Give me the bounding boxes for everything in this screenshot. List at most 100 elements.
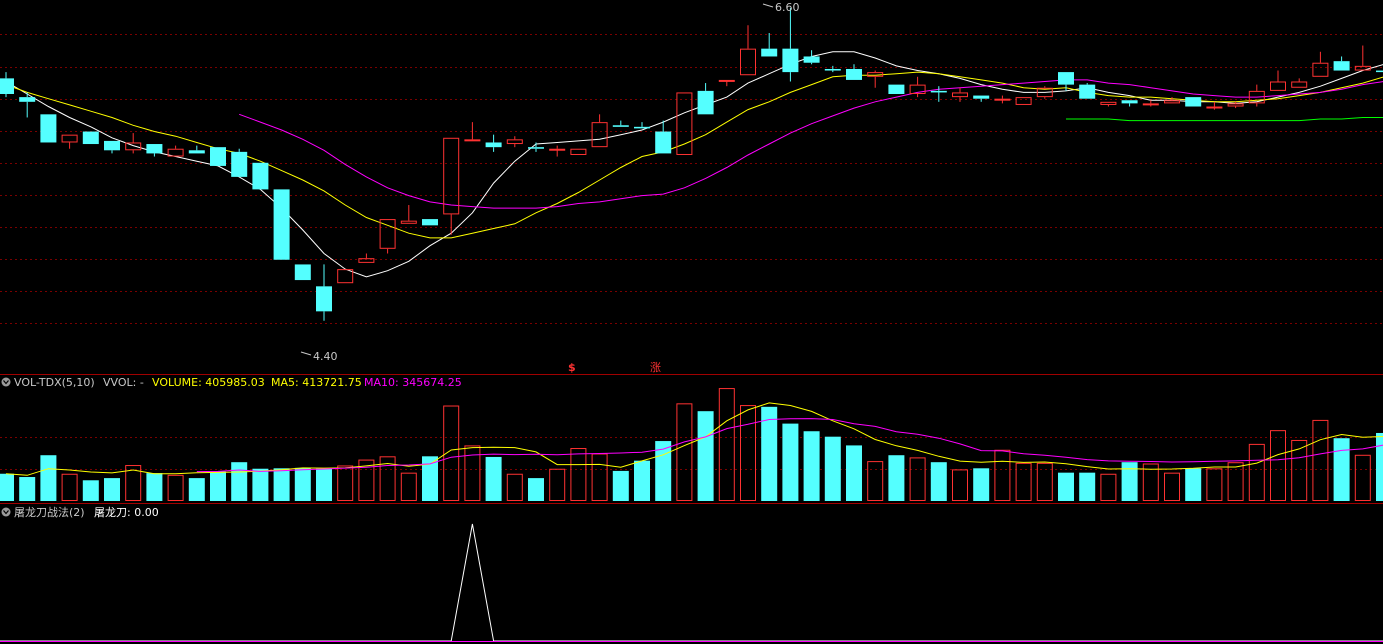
volume-bar [782,423,799,501]
volume-bar [824,436,841,501]
volume-bar [1291,439,1308,501]
candle [634,122,650,129]
volume-bar [930,462,947,501]
signal-line [0,523,1383,642]
candle [40,114,57,143]
stock-chart[interactable]: 6.60 4.40 $ 涨 VOL-TDX(5,10) VVOL: - VOLU… [0,0,1383,644]
candle [740,25,756,76]
candle [591,114,608,148]
volume-bar [337,465,354,502]
candle [973,95,990,102]
candle [1291,78,1308,88]
candle-body [634,126,650,129]
candle [803,50,820,65]
candle [82,131,99,145]
candle-body [676,92,693,155]
candle [358,253,375,263]
candle [718,79,735,87]
volume-bar [1227,462,1244,502]
candle [1142,100,1159,107]
candle [1121,100,1138,107]
volume-indicator-name: VOL-TDX(5,10) [14,376,95,389]
candle-body [782,48,799,73]
candle-body [1333,61,1350,71]
candle-body [973,95,990,99]
volume-ma10-value: MA10: 345674.25 [364,376,462,389]
volume-bar [464,445,481,502]
candle-body [697,90,714,115]
volume-bar [1312,419,1329,501]
volume-bar [1015,462,1032,502]
volume-bar [167,474,184,501]
volume-bar [952,469,968,502]
candle-body [273,189,290,260]
volume-bars[interactable] [0,388,1383,502]
volume-bar [740,405,756,501]
candle [1333,56,1350,71]
low-price-label: 4.40 [313,350,338,363]
candle [549,145,566,157]
candle [422,219,438,226]
volume-value: VOLUME: 405985.03 [152,376,265,389]
volume-panel-toggle-icon[interactable] [1,377,11,387]
candle [104,140,120,154]
candle-body [1312,62,1329,77]
volume-bar [294,467,311,501]
rise-signal-marker: 涨 [650,361,661,374]
candle [697,83,714,115]
candle-body [1121,100,1138,104]
candle-body [1058,72,1074,85]
signal-path [0,523,1383,642]
candle [867,70,884,88]
candle-body [443,137,460,215]
signal-indicator-name: 屠龙刀战法(2) [14,505,85,519]
volume-bar [1079,472,1096,501]
volume-bar [231,462,248,501]
candle-body [1291,81,1308,88]
volume-bar [252,468,269,501]
candle-body [761,48,778,57]
vvol-value: VVOL: - [103,376,144,389]
candle-body [591,122,608,148]
candle [761,33,778,57]
candle [909,76,926,98]
candle [231,148,248,177]
candle-body [104,140,120,151]
candle-body [718,79,735,82]
volume-bar [210,471,226,501]
volume-bar [528,478,544,501]
candle [210,147,226,166]
signal-header: 屠龙刀战法(2) 屠龙刀: 0.00 [1,505,159,519]
candle-body [1164,100,1180,104]
volume-bar [1206,468,1223,501]
candle-body [61,134,78,143]
volume-bar [1185,468,1202,501]
candle [612,120,629,127]
volume-bar [40,455,57,501]
candle-body [570,148,587,155]
candle-body [1142,103,1159,106]
candle [570,148,587,155]
candle [1100,101,1117,107]
ma-line-magenta [239,79,1383,209]
volume-bar [1036,462,1053,502]
candle-body [464,139,481,142]
candle-body [952,92,968,98]
low-annotation-pointer [300,351,312,356]
candle-body [930,90,947,93]
candle-body [146,144,163,154]
signal-panel-toggle-icon[interactable] [1,507,11,517]
candle-body [888,84,905,94]
volume-bar [506,473,523,501]
candle [655,120,672,154]
candle-body [294,264,311,281]
candlesticks[interactable] [0,8,1383,321]
candle [782,8,799,82]
candle-body [740,48,756,76]
candle [1079,83,1096,99]
volume-bar [888,455,905,501]
volume-bar [19,477,36,501]
candle-body [1354,65,1371,71]
candle-body [528,147,544,149]
volume-bar [634,460,650,501]
